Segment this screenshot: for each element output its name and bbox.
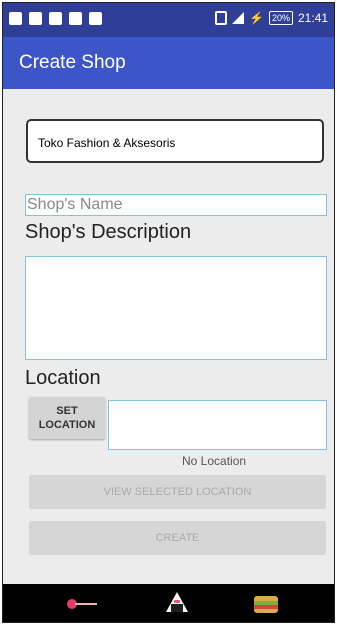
description-label: Shop's Description: [25, 221, 192, 243]
gallery-icon: [9, 12, 22, 25]
shop-name-input[interactable]: Shop's Name: [25, 194, 327, 216]
bottom-navigation: [3, 584, 334, 622]
location-status: No Location: [182, 454, 247, 468]
pin-stick: [75, 603, 97, 605]
sandwich-icon[interactable]: [251, 590, 291, 616]
onigiri-nori: [171, 604, 183, 612]
sandwich-bread-bottom: [254, 609, 278, 613]
create-button[interactable]: CREATE: [29, 521, 326, 555]
facebook-icon: [69, 12, 82, 25]
message-icon: [29, 12, 42, 25]
location-field[interactable]: [108, 400, 327, 450]
charging-icon: ⚡: [249, 11, 264, 25]
signal-icon: [232, 12, 244, 24]
chat-icon: [89, 12, 102, 25]
notification-icons: [9, 12, 102, 25]
app-bar: Create Shop: [3, 37, 334, 89]
description-input[interactable]: [25, 256, 327, 360]
phone-screen: ⚡ 20% 21:41 Create Shop Toko Fashion & A…: [2, 2, 335, 623]
view-selected-location-button[interactable]: VIEW SELECTED LOCATION: [29, 475, 326, 509]
battery-indicator: 20%: [268, 11, 293, 25]
set-location-label-line1: SET: [56, 405, 78, 417]
set-location-button[interactable]: SET LOCATION: [29, 397, 105, 439]
vibrate-icon: [215, 11, 227, 25]
create-shop-form: Toko Fashion & Aksesoris Shop's Name Sho…: [3, 89, 334, 584]
onigiri-icon[interactable]: [161, 590, 201, 616]
location-label: Location: [25, 367, 101, 389]
pin-icon[interactable]: [63, 590, 103, 616]
status-bar: ⚡ 20% 21:41: [3, 3, 334, 37]
shop-name-display[interactable]: Toko Fashion & Aksesoris: [26, 119, 324, 163]
set-location-label-line2: LOCATION: [38, 419, 96, 431]
onigiri-face: [174, 600, 180, 603]
shield-icon: [49, 12, 62, 25]
page-title: Create Shop: [19, 52, 126, 73]
clock: 21:41: [297, 11, 328, 25]
status-right: ⚡ 20% 21:41: [215, 11, 328, 25]
